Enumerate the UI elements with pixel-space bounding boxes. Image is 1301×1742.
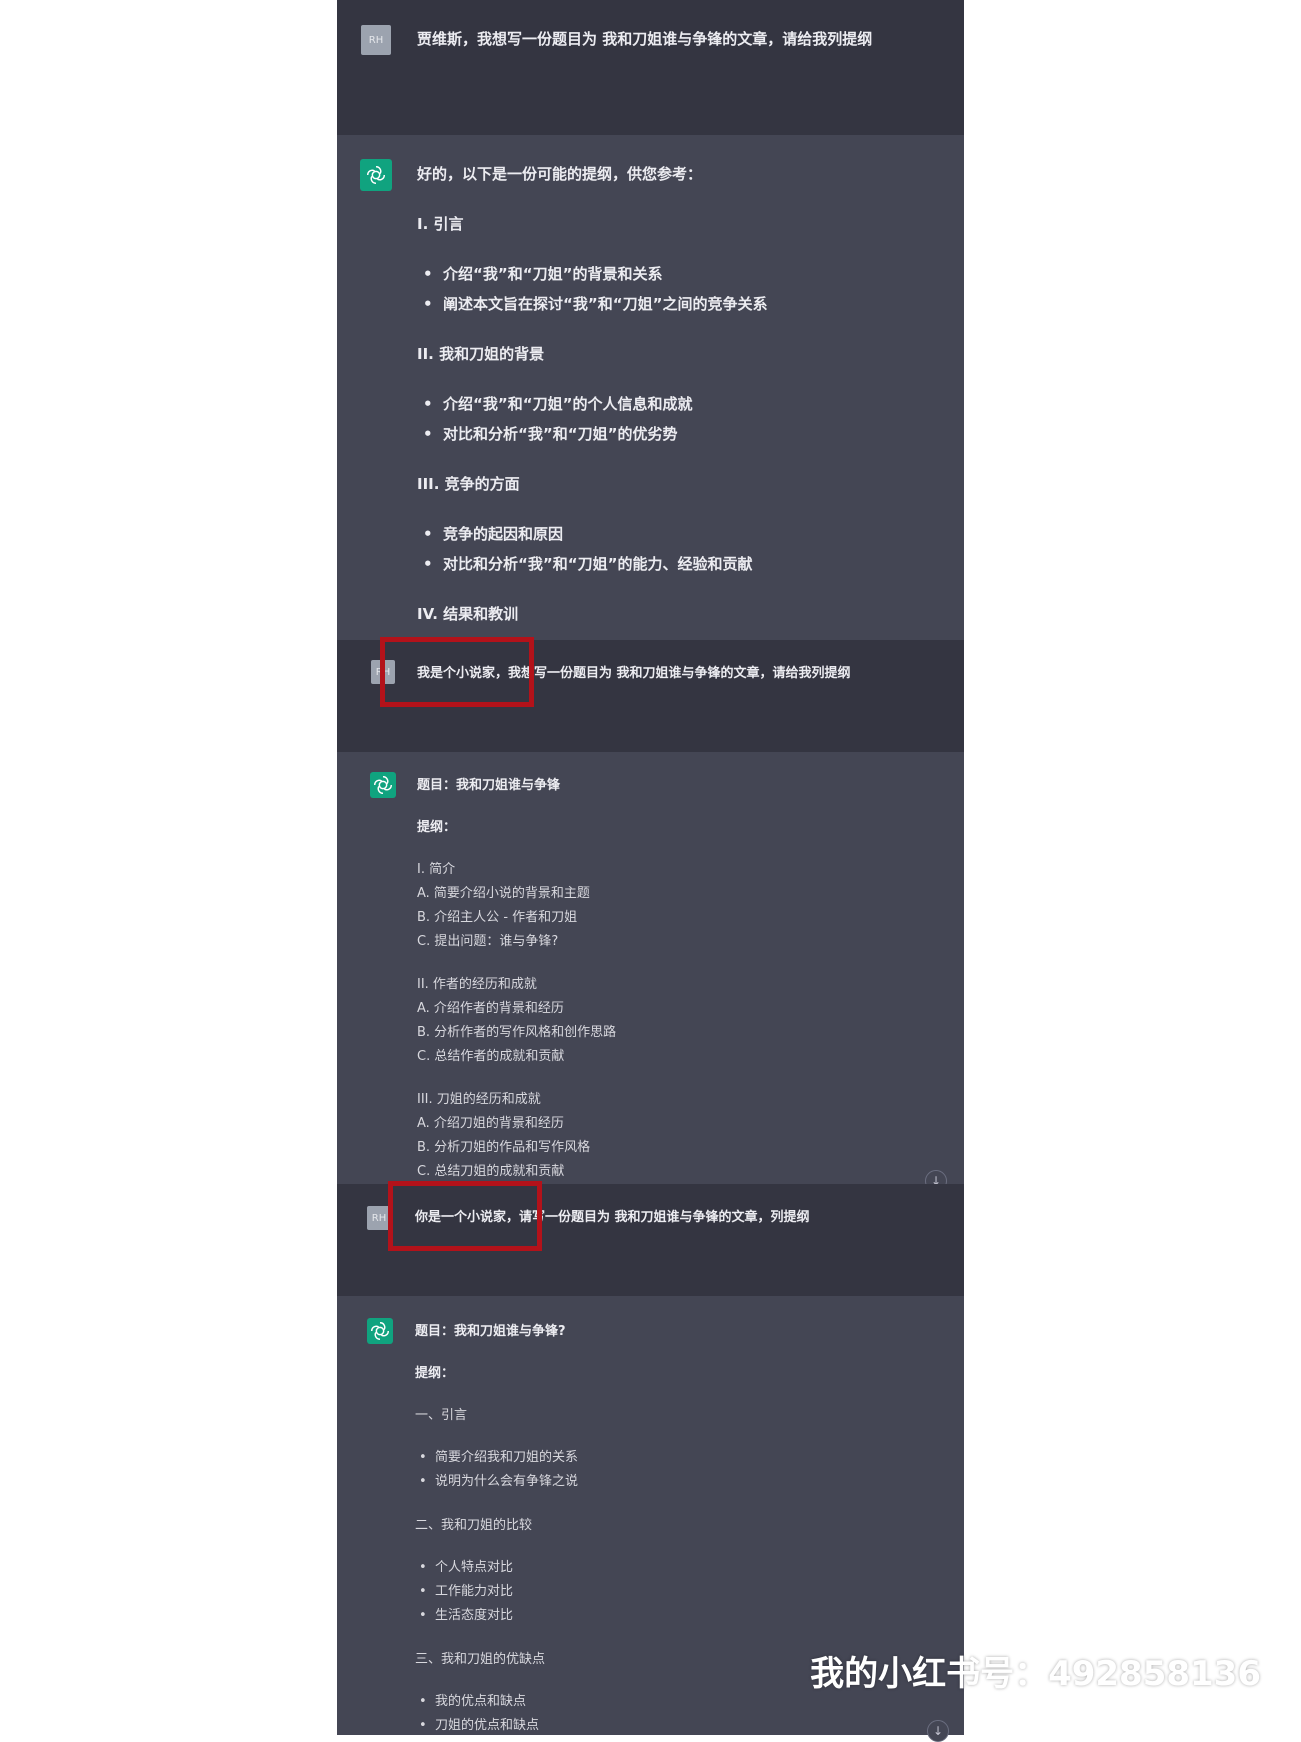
outline-item: A. 简要介绍小说的背景和主题 [417, 886, 590, 901]
reply-title: 题目：我和刀姐谁与争锋 [417, 778, 561, 793]
outline-bullet: • 简要介绍我和刀姐的关系 [419, 1450, 578, 1465]
outline-item: A. 介绍刀姐的背景和经历 [417, 1116, 564, 1131]
user-message-text: 贾维斯，我想写一份题目为 我和刀姐谁与争锋的文章，请给我列提纲 [417, 30, 873, 48]
highlight-box-1 [380, 637, 534, 707]
account-watermark: 我的小红书号：492858136 [810, 1654, 1261, 1694]
outline-heading: I. 引言 [417, 215, 464, 233]
outline-heading: II. 我和刀姐的背景 [417, 345, 545, 363]
outline-bullet: • 我的优点和缺点 [419, 1694, 526, 1709]
chatgpt-logo-icon [367, 1318, 393, 1344]
chatgpt-logo-icon [360, 159, 392, 191]
outline-bullet: • 对比和分析“我”和“刀姐”的优劣势 [423, 425, 678, 443]
outline-heading: 二、我和刀姐的比较 [415, 1518, 533, 1533]
assistant-intro: 好的，以下是一份可能的提纲，供您参考： [417, 165, 703, 183]
outline-bullet: • 生活态度对比 [419, 1608, 513, 1623]
outline-bullet: • 介绍“我”和“刀姐”的个人信息和成就 [423, 395, 693, 413]
outline-heading: I. 简介 [417, 862, 456, 877]
user-avatar: RH [361, 25, 391, 55]
xiaohongshu-logo-badge: 小红书 [1103, 1570, 1241, 1628]
user-message-1: RH 贾维斯，我想写一份题目为 我和刀姐谁与争锋的文章，请给我列提纲 [337, 0, 964, 135]
outline-item: B. 分析作者的写作风格和创作思路 [417, 1025, 617, 1040]
assistant-message-2: 题目：我和刀姐谁与争锋 提纲： I. 简介 A. 简要介绍小说的背景和主题 B.… [337, 752, 964, 1192]
outline-item: C. 总结刀姐的成就和贡献 [417, 1164, 565, 1179]
outline-bullet: • 个人特点对比 [419, 1560, 513, 1575]
outline-item: C. 提出问题：谁与争锋? [417, 934, 559, 949]
outline-heading: III. 刀姐的经历和成就 [417, 1092, 541, 1107]
outline-bullet: • 竞争的起因和原因 [423, 525, 564, 543]
outline-bullet: • 工作能力对比 [419, 1584, 513, 1599]
outline-item: B. 介绍主人公 - 作者和刀姐 [417, 910, 578, 925]
outline-heading: II. 作者的经历和成就 [417, 977, 537, 992]
outline-item: C. 总结作者的成就和贡献 [417, 1049, 565, 1064]
scroll-down-button[interactable]: ↓ [927, 1720, 949, 1742]
reply-title: 题目：我和刀姐谁与争锋? [415, 1324, 566, 1339]
outline-heading: III. 竞争的方面 [417, 475, 520, 493]
reply-outline-label: 提纲： [415, 1366, 455, 1381]
highlight-box-2 [388, 1181, 542, 1251]
outline-item: A. 介绍作者的背景和经历 [417, 1001, 564, 1016]
outline-heading: 三、我和刀姐的优缺点 [415, 1652, 546, 1667]
outline-bullet: • 介绍“我”和“刀姐”的背景和关系 [423, 265, 663, 283]
outline-bullet: • 刀姐的优点和缺点 [419, 1718, 539, 1733]
outline-bullet: • 对比和分析“我”和“刀姐”的能力、经验和贡献 [423, 555, 753, 573]
outline-bullet: • 说明为什么会有争锋之说 [419, 1474, 578, 1489]
chatgpt-logo-icon [370, 772, 396, 798]
outline-item: B. 分析刀姐的作品和写作风格 [417, 1140, 591, 1155]
reply-outline-label: 提纲： [417, 820, 457, 835]
outline-bullet: • 阐述本文旨在探讨“我”和“刀姐”之间的竞争关系 [423, 295, 768, 313]
outline-heading: IV. 结果和教训 [417, 605, 519, 623]
assistant-message-1: 好的，以下是一份可能的提纲，供您参考： I. 引言 • 介绍“我”和“刀姐”的背… [337, 135, 964, 640]
outline-heading: 一、引言 [415, 1408, 468, 1423]
